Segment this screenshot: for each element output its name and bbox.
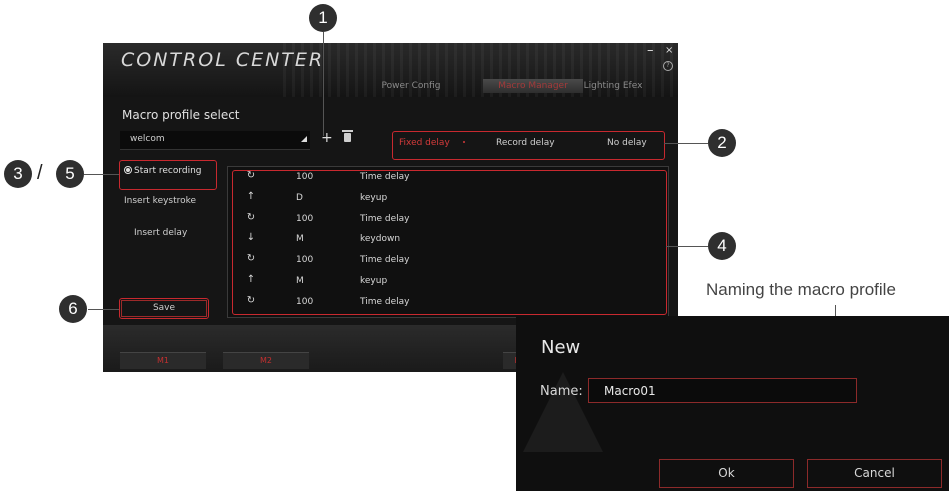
callout-4: 4 bbox=[708, 232, 736, 260]
connector-2 bbox=[664, 143, 708, 144]
cancel-button[interactable]: Cancel bbox=[807, 459, 942, 488]
highlight-start-recording bbox=[119, 160, 217, 190]
dropdown-caret-icon bbox=[301, 136, 307, 142]
callout-5: 5 bbox=[56, 160, 84, 188]
tab-macro-manager[interactable]: Macro Manager bbox=[483, 79, 583, 93]
dialog-title: New bbox=[541, 337, 581, 358]
new-profile-dialog: New Name: Ok Cancel bbox=[516, 316, 949, 491]
connector-3-5 bbox=[84, 174, 119, 175]
macro-slot-m2[interactable]: M2 bbox=[223, 352, 309, 369]
highlight-save bbox=[119, 298, 209, 319]
callout-6: 6 bbox=[59, 295, 87, 323]
callout-1: 1 bbox=[309, 4, 337, 32]
tab-power-config[interactable]: Power Config bbox=[371, 79, 451, 93]
insert-delay-button[interactable]: Insert delay bbox=[134, 228, 187, 238]
name-label: Name: bbox=[540, 384, 583, 399]
name-field[interactable] bbox=[588, 378, 857, 403]
app-title: CONTROL CENTER bbox=[121, 49, 325, 71]
profile-dropdown-value: welcom bbox=[130, 134, 165, 144]
highlight-delay-options bbox=[392, 131, 665, 160]
connector-4 bbox=[666, 246, 708, 247]
callout-slash: / bbox=[37, 162, 43, 184]
close-button[interactable]: × bbox=[665, 45, 673, 56]
delete-profile-trash-icon[interactable] bbox=[342, 130, 353, 142]
connector-1 bbox=[323, 32, 324, 136]
insert-keystroke-button[interactable]: Insert keystroke bbox=[124, 196, 196, 206]
tab-lighting-efex[interactable]: Lighting Efex bbox=[573, 79, 653, 93]
connector-6 bbox=[88, 309, 119, 310]
profile-dropdown[interactable]: welcom bbox=[120, 131, 310, 150]
minimize-button[interactable]: – bbox=[647, 43, 654, 58]
highlight-macro-list bbox=[232, 170, 667, 315]
profile-select-label: Macro profile select bbox=[122, 108, 240, 122]
callout-3: 3 bbox=[4, 160, 32, 188]
callout-2: 2 bbox=[708, 129, 736, 157]
naming-caption: Naming the macro profile bbox=[706, 280, 896, 299]
macro-slot-m1[interactable]: M1 bbox=[120, 352, 206, 369]
ok-button[interactable]: Ok bbox=[659, 459, 794, 488]
help-icon[interactable]: ? bbox=[663, 61, 673, 71]
